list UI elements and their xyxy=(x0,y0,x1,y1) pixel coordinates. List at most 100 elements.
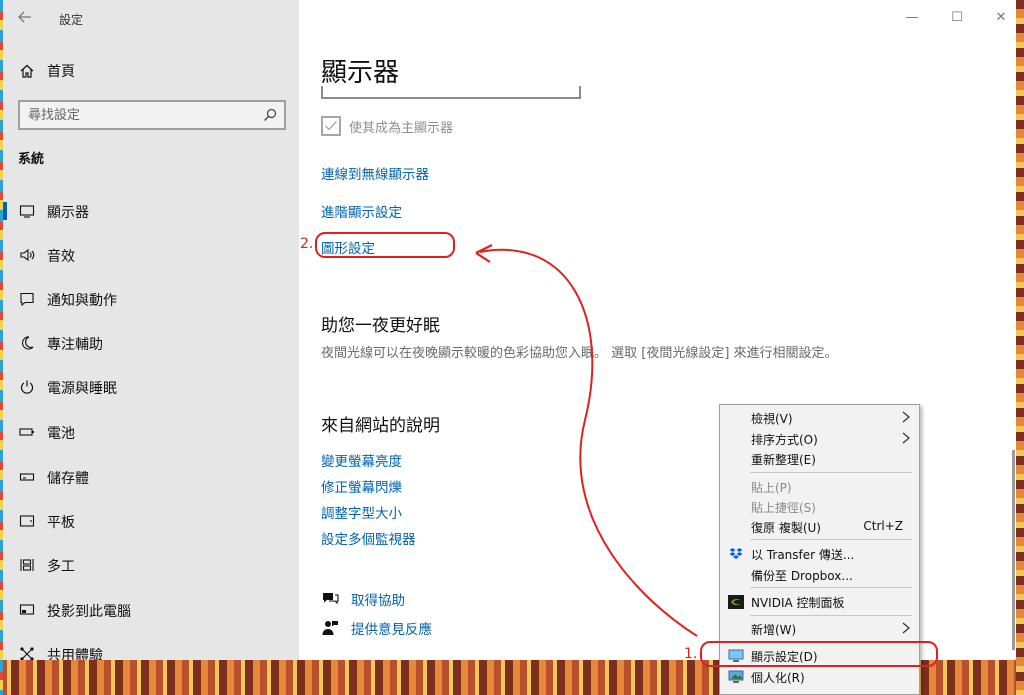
sidebar-item-project-to-pc[interactable]: 投影到此電腦 xyxy=(3,593,299,627)
share-icon xyxy=(18,645,36,660)
menu-separator xyxy=(750,472,912,473)
menu-separator xyxy=(750,539,912,540)
menu-item-backup-dropbox[interactable]: 備份至 Dropbox... xyxy=(720,564,919,585)
menu-item-label: 新增(W) xyxy=(751,623,797,637)
help-link-multi-monitor[interactable]: 設定多個監視器 xyxy=(321,528,416,548)
tablet-icon xyxy=(18,512,36,530)
sidebar-item-battery[interactable]: 電池 xyxy=(3,415,299,449)
menu-item-refresh[interactable]: 重新整理(E) xyxy=(720,448,919,469)
web-help-heading: 來自網站的說明 xyxy=(321,416,440,436)
menu-item-paste[interactable]: 貼上(P) xyxy=(720,476,919,497)
back-arrow-icon[interactable] xyxy=(17,9,37,29)
project-icon xyxy=(18,601,36,619)
sidebar-item-label: 共用體驗 xyxy=(47,648,103,660)
menu-item-new[interactable]: 新增(W) xyxy=(720,618,919,639)
sidebar-item-label: 平板 xyxy=(47,515,75,531)
menu-item-label: 貼上(P) xyxy=(751,481,792,495)
menu-item-shortcut: Ctrl+Z xyxy=(863,519,903,533)
search-input[interactable] xyxy=(28,106,248,124)
chevron-right-icon xyxy=(901,409,911,425)
menu-separator xyxy=(750,615,912,616)
menu-item-label: 重新整理(E) xyxy=(751,453,816,467)
menu-item-label: 檢視(V) xyxy=(751,412,793,426)
menu-item-nvidia-control-panel[interactable]: NVIDIA 控制面板 xyxy=(720,591,919,612)
menu-item-paste-shortcut[interactable]: 貼上捷徑(S) xyxy=(720,496,919,517)
menu-separator xyxy=(750,642,912,643)
menu-item-label: 顯示設定(D) xyxy=(751,650,818,664)
sidebar-item-tablet[interactable]: 平板 xyxy=(3,504,299,538)
sidebar-item-focus-assist[interactable]: 專注輔助 xyxy=(3,326,299,360)
home-link[interactable]: 首頁 xyxy=(18,60,75,82)
speaker-icon xyxy=(18,246,36,264)
selection-indicator xyxy=(3,202,7,220)
help-link-flicker[interactable]: 修正螢幕閃爍 xyxy=(321,476,402,496)
sidebar-item-power-sleep[interactable]: 電源與睡眠 xyxy=(3,370,299,404)
desktop-wallpaper-edge-right xyxy=(1016,0,1024,695)
help-link-brightness[interactable]: 變更螢幕亮度 xyxy=(321,450,402,470)
search-icon[interactable] xyxy=(262,107,278,123)
sidebar-item-label: 專注輔助 xyxy=(47,337,103,353)
annotation-step-2: 2. xyxy=(300,236,314,252)
feedback-label: 提供意見反應 xyxy=(351,622,432,638)
multitask-icon xyxy=(18,556,36,574)
menu-item-personalize[interactable]: 個人化(R) xyxy=(720,666,919,687)
sidebar-item-notifications[interactable]: 通知與動作 xyxy=(3,282,299,316)
menu-item-label: 貼上捷徑(S) xyxy=(751,501,816,515)
section-title: 系統 xyxy=(18,152,45,167)
sidebar-item-label: 音效 xyxy=(47,249,75,265)
dropbox-icon xyxy=(728,546,744,562)
sidebar: 設定 首頁 系統 顯示器 音效 xyxy=(3,0,299,660)
sidebar-item-display[interactable]: 顯示器 xyxy=(3,194,299,228)
chat-help-icon xyxy=(321,590,339,608)
sidebar-item-label: 儲存體 xyxy=(47,471,89,487)
message-icon xyxy=(18,290,36,308)
main-display-checkbox-row[interactable]: 使其成為主顯示器 xyxy=(321,115,453,137)
wireless-display-link[interactable]: 連線到無線顯示器 xyxy=(321,163,429,183)
feedback-link[interactable]: 提供意見反應 xyxy=(321,618,432,638)
sidebar-item-label: 電池 xyxy=(47,426,75,442)
menu-item-label: 復原 複製(U) xyxy=(751,521,821,535)
sidebar-item-label: 投影到此電腦 xyxy=(47,604,131,620)
chevron-right-icon xyxy=(901,620,911,636)
menu-item-label: 以 Transfer 傳送... xyxy=(751,548,855,562)
graphics-settings-link[interactable]: 圖形設定 xyxy=(321,237,375,257)
nvidia-icon xyxy=(728,594,744,610)
scrollbar-thumb[interactable] xyxy=(1012,450,1015,650)
sidebar-item-storage[interactable]: 儲存體 xyxy=(3,460,299,494)
display-select-dropdown[interactable] xyxy=(321,86,581,99)
menu-item-display-settings[interactable]: 顯示設定(D) xyxy=(720,645,919,666)
menu-item-view[interactable]: 檢視(V) xyxy=(720,407,919,428)
page-title: 顯示器 xyxy=(321,58,400,88)
sidebar-item-multitasking[interactable]: 多工 xyxy=(3,548,299,582)
home-label: 首頁 xyxy=(47,64,75,80)
sidebar-item-sound[interactable]: 音效 xyxy=(3,238,299,272)
menu-item-sort-by[interactable]: 排序方式(O) xyxy=(720,428,919,449)
window-title: 設定 xyxy=(59,13,84,27)
close-button[interactable]: ✕ xyxy=(988,8,1014,28)
night-light-description: 夜間光線可以在夜晚顯示較暖的色彩協助您入眠。 選取 [夜間光線設定] 來進行相關… xyxy=(321,346,838,361)
sidebar-item-label: 顯示器 xyxy=(47,205,89,221)
menu-item-label: 備份至 Dropbox... xyxy=(751,569,853,583)
monitor-icon xyxy=(18,202,36,220)
main-display-checkbox[interactable] xyxy=(321,116,341,136)
menu-item-label: 排序方式(O) xyxy=(751,433,818,447)
advanced-display-link[interactable]: 進階顯示設定 xyxy=(321,201,402,221)
menu-item-undo-copy[interactable]: 復原 複製(U) Ctrl+Z xyxy=(720,516,919,537)
minimize-button[interactable]: — xyxy=(899,8,925,28)
sidebar-item-shared-experiences[interactable]: 共用體驗 xyxy=(3,637,299,660)
sidebar-item-label: 通知與動作 xyxy=(47,293,117,309)
storage-icon xyxy=(18,468,36,486)
help-link-font-size[interactable]: 調整字型大小 xyxy=(321,502,402,522)
search-box[interactable] xyxy=(18,100,286,130)
annotation-step-1: 1. xyxy=(684,646,698,662)
get-help-link[interactable]: 取得協助 xyxy=(321,589,405,609)
get-help-label: 取得協助 xyxy=(351,593,405,609)
sidebar-item-label: 多工 xyxy=(47,559,75,575)
sidebar-item-label: 電源與睡眠 xyxy=(47,381,117,397)
battery-icon xyxy=(18,423,36,441)
feedback-icon xyxy=(321,619,339,637)
maximize-button[interactable]: ☐ xyxy=(944,8,970,28)
night-light-heading: 助您一夜更好眠 xyxy=(321,316,440,336)
chevron-right-icon xyxy=(901,430,911,446)
menu-item-send-with-transfer[interactable]: 以 Transfer 傳送... xyxy=(720,543,919,564)
